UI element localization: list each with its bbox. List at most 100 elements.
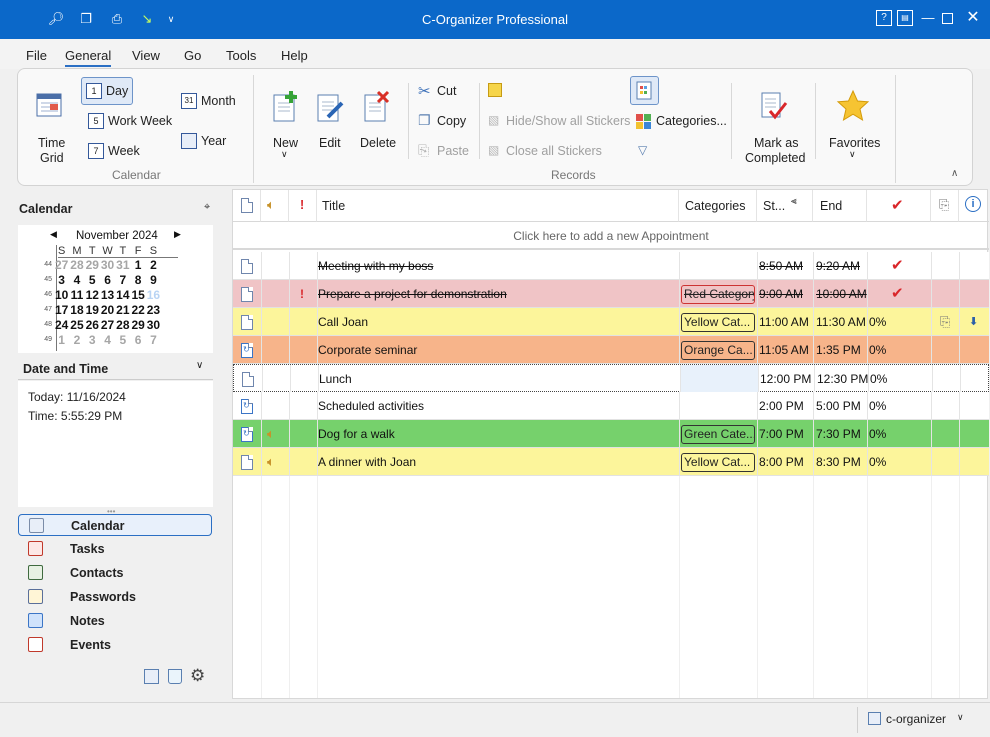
day-cell[interactable]: 5 — [85, 272, 100, 287]
prev-month-arrow[interactable]: ◀ — [50, 229, 57, 240]
appointment-row[interactable]: Lunch 12:00 PM 12:30 PM 0% — [233, 364, 989, 393]
user-label[interactable]: c-organizer — [886, 712, 946, 726]
column-header-type[interactable] — [233, 190, 261, 222]
column-header-sound[interactable]: 🔈︎ — [261, 190, 289, 222]
delete-button[interactable]: Delete — [360, 136, 396, 150]
nav-tasks[interactable]: Tasks — [18, 538, 212, 560]
day-cell[interactable]: 2 — [146, 257, 161, 272]
column-header-title[interactable]: Title — [317, 190, 679, 222]
day-cell[interactable]: 4 — [69, 272, 84, 287]
menu-view[interactable]: View — [132, 48, 160, 63]
date-time-header[interactable]: Date and Time ∨ — [18, 356, 213, 380]
categories-toggle-button[interactable] — [630, 76, 659, 105]
nav-calendar[interactable]: Calendar — [18, 514, 212, 536]
day-cell[interactable]: 1 — [130, 257, 145, 272]
column-header-completed[interactable]: ✔ — [867, 190, 931, 222]
menu-help[interactable]: Help — [281, 48, 308, 63]
day-cell[interactable]: 3 — [85, 332, 100, 347]
day-cell[interactable]: 13 — [100, 287, 115, 302]
edit-button[interactable]: Edit — [319, 136, 341, 150]
day-cell[interactable]: 12 — [85, 287, 100, 302]
day-cell[interactable]: 8 — [130, 272, 145, 287]
day-cell[interactable]: 31 — [115, 257, 130, 272]
day-cell[interactable]: 19 — [85, 302, 100, 317]
day-cell[interactable]: 1 — [54, 332, 69, 347]
appointment-row[interactable]: 🔈︎ A dinner with Joan Yellow Cat... 8:00 PM… — [233, 448, 989, 476]
column-header-start[interactable]: St... ⫷ — [757, 190, 813, 222]
new-dropdown-icon[interactable]: ∨ — [281, 149, 288, 160]
day-cell[interactable]: 7 — [115, 272, 130, 287]
appointment-row[interactable]: ! Prepare a project for demonstration Red … — [233, 280, 989, 308]
day-cell[interactable]: 4 — [100, 332, 115, 347]
day-cell[interactable]: 21 — [115, 302, 130, 317]
day-cell[interactable]: 28 — [69, 257, 84, 272]
day-cell[interactable]: 23 — [146, 302, 161, 317]
appointment-row[interactable]: ↻ Scheduled activities 2:00 PM 5:00 PM 0% — [233, 392, 989, 420]
maximize-button[interactable] — [942, 13, 953, 24]
collapse-chevron-icon[interactable]: ∨ — [196, 360, 203, 371]
menu-go[interactable]: Go — [184, 48, 201, 63]
nav-contacts[interactable]: Contacts — [18, 562, 212, 584]
column-header-priority[interactable]: ! — [289, 190, 317, 222]
day-cell[interactable]: 18 — [69, 302, 84, 317]
day-cell[interactable]: 2 — [69, 332, 84, 347]
column-header-end[interactable]: End — [813, 190, 867, 222]
column-header-categories[interactable]: Categories — [679, 190, 757, 222]
day-cell[interactable]: 26 — [85, 317, 100, 332]
day-cell[interactable]: 24 — [54, 317, 69, 332]
day-cell[interactable]: 14 — [115, 287, 130, 302]
day-cell[interactable]: 29 — [85, 257, 100, 272]
day-cell[interactable]: 10 — [54, 287, 69, 302]
appointment-row[interactable]: Call Joan Yellow Cat... 11:00 AM 11:30 AM 0%… — [233, 308, 989, 336]
day-cell[interactable]: 29 — [130, 317, 145, 332]
day-cell[interactable]: 30 — [100, 257, 115, 272]
column-header-attachment[interactable]: ⎘ — [931, 190, 959, 222]
day-cell[interactable]: 30 — [146, 317, 161, 332]
day-cell[interactable]: 17 — [54, 302, 69, 317]
attachment-icon[interactable]: ⎘ — [940, 308, 950, 336]
day-cell[interactable]: 3 — [54, 272, 69, 287]
today-day-cell[interactable]: 16 — [146, 287, 161, 302]
nav-passwords[interactable]: Passwords — [18, 586, 212, 608]
day-cell[interactable]: 11 — [69, 287, 84, 302]
appointment-row[interactable]: Meeting with my boss 8:50 AM 9:20 AM ✔ — [233, 252, 989, 280]
menu-file[interactable]: File — [26, 48, 47, 63]
day-cell[interactable]: 5 — [115, 332, 130, 347]
day-cell[interactable]: 20 — [100, 302, 115, 317]
nav-notes[interactable]: Notes — [18, 610, 212, 632]
month-year-label[interactable]: November 2024 — [76, 230, 158, 242]
day-cell[interactable]: 27 — [100, 317, 115, 332]
favorites-button[interactable]: Favorites — [829, 136, 880, 150]
day-cell[interactable]: 9 — [146, 272, 161, 287]
nav-events[interactable]: Events — [18, 634, 212, 656]
day-cell[interactable]: 28 — [115, 317, 130, 332]
appointment-row[interactable]: ↻ Corporate seminar Orange Ca... 11:05 AM 1:… — [233, 336, 989, 364]
day-cell[interactable]: 22 — [130, 302, 145, 317]
calendar-settings-icon[interactable] — [144, 669, 159, 684]
mark-completed-label-1[interactable]: Mark as — [754, 136, 798, 150]
next-month-arrow[interactable]: ▶ — [174, 229, 181, 240]
restore-layout-icon[interactable]: ▤ — [897, 10, 913, 26]
day-cell[interactable]: 25 — [69, 317, 84, 332]
day-view-button[interactable]: 1 Day — [81, 77, 133, 105]
day-cell[interactable]: 7 — [146, 332, 161, 347]
close-button[interactable]: ✕ — [965, 10, 981, 26]
new-button[interactable]: New — [273, 136, 298, 150]
time-grid-button[interactable]: Time — [38, 136, 65, 150]
pin-icon[interactable]: ⌖ — [204, 201, 210, 214]
recycle-bin-icon[interactable] — [168, 669, 182, 684]
user-dropdown-icon[interactable]: ∨ — [957, 712, 964, 723]
appointment-row[interactable]: ↻ 🔈︎ Dog for a walk Green Cate... 7:00 PM 7:3… — [233, 420, 989, 448]
collapse-ribbon-icon[interactable]: ∧ — [951, 168, 958, 179]
mark-completed-label-2[interactable]: Completed — [745, 151, 805, 165]
menu-general[interactable]: General — [65, 48, 112, 67]
gear-icon[interactable]: ⚙ — [190, 666, 205, 686]
column-header-info[interactable]: i — [959, 190, 989, 222]
day-cell[interactable]: 27 — [54, 257, 69, 272]
menu-tools[interactable]: Tools — [226, 48, 256, 63]
minimize-button[interactable]: — — [920, 10, 936, 26]
day-cell[interactable]: 6 — [130, 332, 145, 347]
add-new-appointment-row[interactable]: Click here to add a new Appointment — [233, 222, 989, 250]
help-icon[interactable]: ? — [876, 10, 892, 26]
day-cell[interactable]: 6 — [100, 272, 115, 287]
